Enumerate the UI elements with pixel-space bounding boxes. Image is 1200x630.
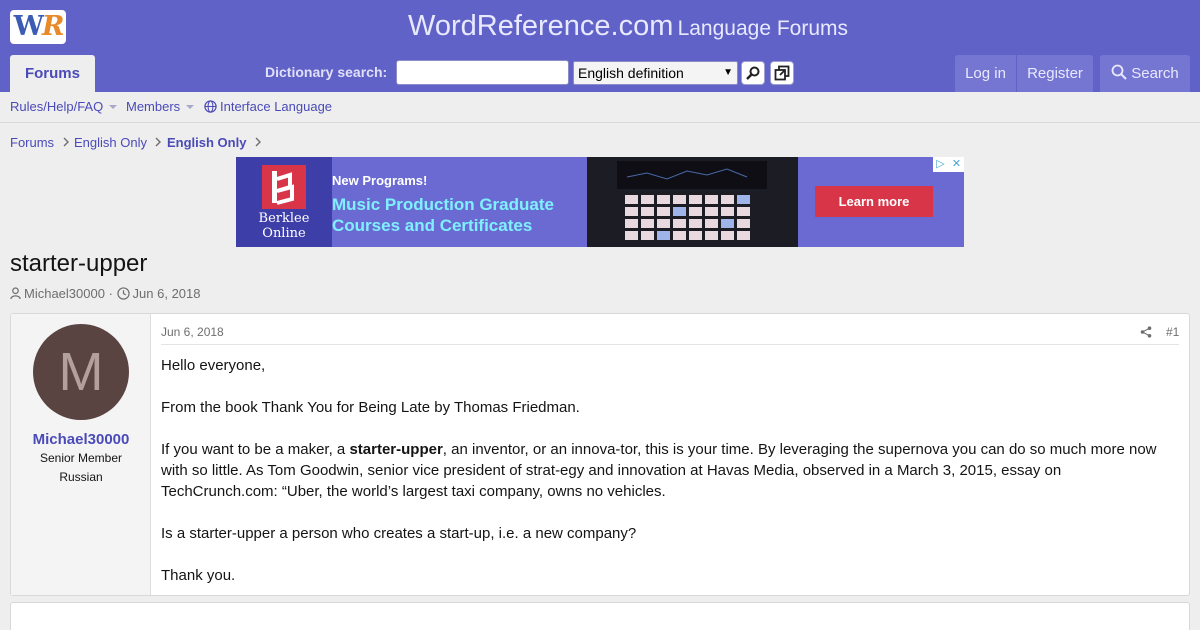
- avatar[interactable]: M: [33, 324, 129, 420]
- post-paragraph: If you want to be a maker, a starter-upp…: [161, 441, 1157, 500]
- share-icon[interactable]: [1140, 326, 1152, 338]
- chevron-right-icon: [155, 137, 161, 147]
- post-paragraph: From the book Thank You for Being Late b…: [161, 399, 580, 416]
- search-icon: [1111, 64, 1127, 80]
- berklee-logo: Berklee Online: [236, 157, 332, 247]
- subnav-members[interactable]: Members: [126, 99, 195, 114]
- ad-info-icon[interactable]: ▷: [933, 157, 948, 172]
- chevron-right-icon: [63, 137, 69, 147]
- post-paragraph: Thank you.: [161, 567, 236, 584]
- post-paragraph: Is a starter-upper a person who creates …: [161, 525, 637, 542]
- post-body: Hello everyone, From the book Thank You …: [161, 355, 1179, 607]
- ad-learn-more-button[interactable]: Learn more: [815, 186, 933, 217]
- dictionary-search-button[interactable]: [741, 61, 765, 85]
- thread-date[interactable]: Jun 6, 2018: [133, 286, 201, 301]
- site-header: WR WordReference.com Language Forums For…: [0, 0, 1200, 92]
- login-button[interactable]: Log in: [955, 55, 1016, 92]
- ad-headline: Music Production Graduate Courses and Ce…: [332, 195, 554, 235]
- breadcrumb-english-only-current[interactable]: English Only: [167, 135, 246, 150]
- user-location: Russian: [59, 470, 103, 484]
- berklee-icon: [272, 171, 294, 205]
- highlighted-term: starter-upper: [349, 441, 443, 458]
- breadcrumb-forums[interactable]: Forums: [10, 135, 54, 150]
- next-post: [10, 602, 1190, 630]
- globe-icon: [204, 100, 217, 113]
- caret-down-icon: [186, 105, 195, 109]
- dictionary-search-input[interactable]: [396, 60, 569, 85]
- advertisement-banner[interactable]: Berklee Online New Programs! Music Produ…: [236, 157, 964, 247]
- sub-navigation: Rules/Help/FAQ Members Interface Languag…: [0, 92, 1200, 123]
- subnav-rules[interactable]: Rules/Help/FAQ: [10, 99, 118, 114]
- breadcrumb-english-only[interactable]: English Only: [74, 135, 147, 150]
- dictionary-selected-value: English definition: [578, 65, 684, 81]
- clock-icon: [116, 287, 130, 300]
- chevron-down-icon: ▼: [723, 67, 733, 78]
- magnifier-icon: [746, 66, 760, 80]
- new-window-icon: [774, 65, 790, 81]
- post: M Michael30000 Senior Member Russian Jun…: [10, 313, 1190, 596]
- site-subtitle: Language Forums: [677, 17, 849, 40]
- post-date[interactable]: Jun 6, 2018: [161, 325, 224, 339]
- post-user-cell: M Michael30000 Senior Member Russian: [11, 314, 151, 595]
- site-title[interactable]: WordReference.com Language Forums: [0, 10, 1200, 43]
- search-button-label: Search: [1131, 65, 1179, 82]
- post-paragraph: Hello everyone,: [161, 357, 266, 374]
- ad-choices[interactable]: ▷ ✕: [933, 157, 964, 172]
- berklee-logo-mark: [262, 165, 306, 209]
- ad-kicker: New Programs!: [332, 173, 428, 188]
- dictionary-search-label: Dictionary search:: [265, 64, 388, 80]
- caret-down-icon: [109, 105, 118, 109]
- ad-launchpad-image: [587, 157, 798, 247]
- site-name: WordReference.com: [407, 10, 674, 42]
- chevron-right-icon: [255, 137, 261, 147]
- thread-title: starter-upper: [10, 250, 148, 277]
- post-divider: [161, 344, 1179, 345]
- thread-author[interactable]: Michael30000: [24, 286, 105, 301]
- open-new-window-button[interactable]: [770, 61, 794, 85]
- post-number[interactable]: #1: [1166, 325, 1179, 339]
- register-button[interactable]: Register: [1017, 55, 1093, 92]
- ad-close-icon[interactable]: ✕: [949, 157, 964, 172]
- search-button[interactable]: Search: [1100, 55, 1190, 92]
- user-title: Senior Member: [39, 451, 123, 465]
- meta-separator: ·: [108, 286, 113, 301]
- subnav-interface-language[interactable]: Interface Language: [204, 99, 332, 114]
- tab-forums[interactable]: Forums: [10, 55, 95, 92]
- post-username[interactable]: Michael30000: [11, 431, 151, 448]
- thread-meta: Michael30000 · Jun 6, 2018: [10, 286, 201, 301]
- launchpad-image: [587, 157, 798, 247]
- dictionary-select[interactable]: English definition ▼: [573, 61, 738, 85]
- user-icon: [10, 287, 21, 300]
